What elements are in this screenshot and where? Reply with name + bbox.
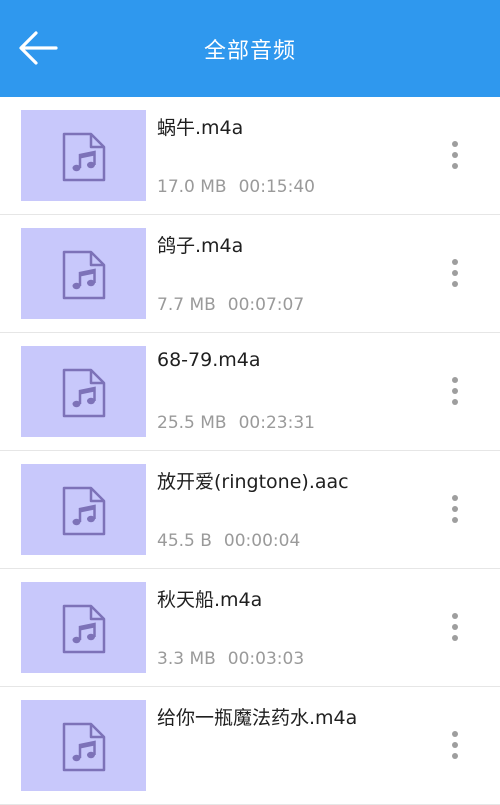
more-options-button[interactable] xyxy=(440,489,470,529)
audio-file-icon xyxy=(62,604,106,654)
file-meta: 7.7 MB 00:07:07 xyxy=(157,295,304,315)
audio-thumbnail xyxy=(21,110,146,201)
file-meta: 25.5 MB 00:23:31 xyxy=(157,413,315,433)
audio-list-item[interactable]: 鸽子.m4a 7.7 MB 00:07:07 xyxy=(0,215,500,333)
file-meta: 3.3 MB 00:03:03 xyxy=(157,649,304,669)
more-options-button[interactable] xyxy=(440,607,470,647)
file-size: 17.0 MB xyxy=(157,177,227,197)
file-size: 7.7 MB xyxy=(157,295,216,315)
more-options-button[interactable] xyxy=(440,253,470,293)
audio-thumbnail xyxy=(21,228,146,319)
file-name: 蜗牛.m4a xyxy=(157,117,244,139)
file-duration: 00:07:07 xyxy=(227,295,305,315)
app-header: 全部音频 xyxy=(0,0,500,97)
file-name: 鸽子.m4a xyxy=(157,235,244,257)
file-duration: 00:23:31 xyxy=(238,413,315,433)
more-options-button[interactable] xyxy=(440,371,470,411)
file-duration: 00:15:40 xyxy=(238,177,315,197)
audio-thumbnail xyxy=(21,464,146,555)
audio-list-item[interactable]: 蜗牛.m4a 17.0 MB 00:15:40 xyxy=(0,97,500,215)
file-meta: 17.0 MB 00:15:40 xyxy=(157,177,315,197)
file-name: 放开爱(ringtone).aac xyxy=(157,471,349,493)
file-size: 45.5 B xyxy=(157,531,212,551)
more-options-button[interactable] xyxy=(440,725,470,765)
audio-file-list: 蜗牛.m4a 17.0 MB 00:15:40 鸽子.m4a 7.7 MB 00… xyxy=(0,97,500,805)
file-name: 秋天船.m4a xyxy=(157,589,263,611)
audio-thumbnail xyxy=(21,346,146,437)
audio-thumbnail xyxy=(21,582,146,673)
file-name: 给你一瓶魔法药水.m4a xyxy=(157,707,358,729)
file-meta xyxy=(157,767,169,787)
audio-file-icon xyxy=(62,368,106,418)
file-duration: 00:00:04 xyxy=(223,531,301,551)
file-duration: 00:03:03 xyxy=(227,649,305,669)
page-title: 全部音频 xyxy=(203,39,296,64)
audio-file-icon xyxy=(62,486,106,536)
audio-file-icon xyxy=(62,722,106,772)
audio-list-item[interactable]: 放开爱(ringtone).aac 45.5 B 00:00:04 xyxy=(0,451,500,569)
audio-thumbnail xyxy=(21,700,146,791)
audio-list-item[interactable]: 给你一瓶魔法药水.m4a xyxy=(0,687,500,805)
audio-list-item[interactable]: 68-79.m4a 25.5 MB 00:23:31 xyxy=(0,333,500,451)
more-options-button[interactable] xyxy=(440,135,470,175)
file-size: 25.5 MB xyxy=(157,413,227,433)
file-size: 3.3 MB xyxy=(157,649,216,669)
audio-file-icon xyxy=(62,132,106,182)
file-name: 68-79.m4a xyxy=(157,349,261,371)
file-meta: 45.5 B 00:00:04 xyxy=(157,531,300,551)
audio-file-icon xyxy=(62,250,106,300)
audio-list-item[interactable]: 秋天船.m4a 3.3 MB 00:03:03 xyxy=(0,569,500,687)
